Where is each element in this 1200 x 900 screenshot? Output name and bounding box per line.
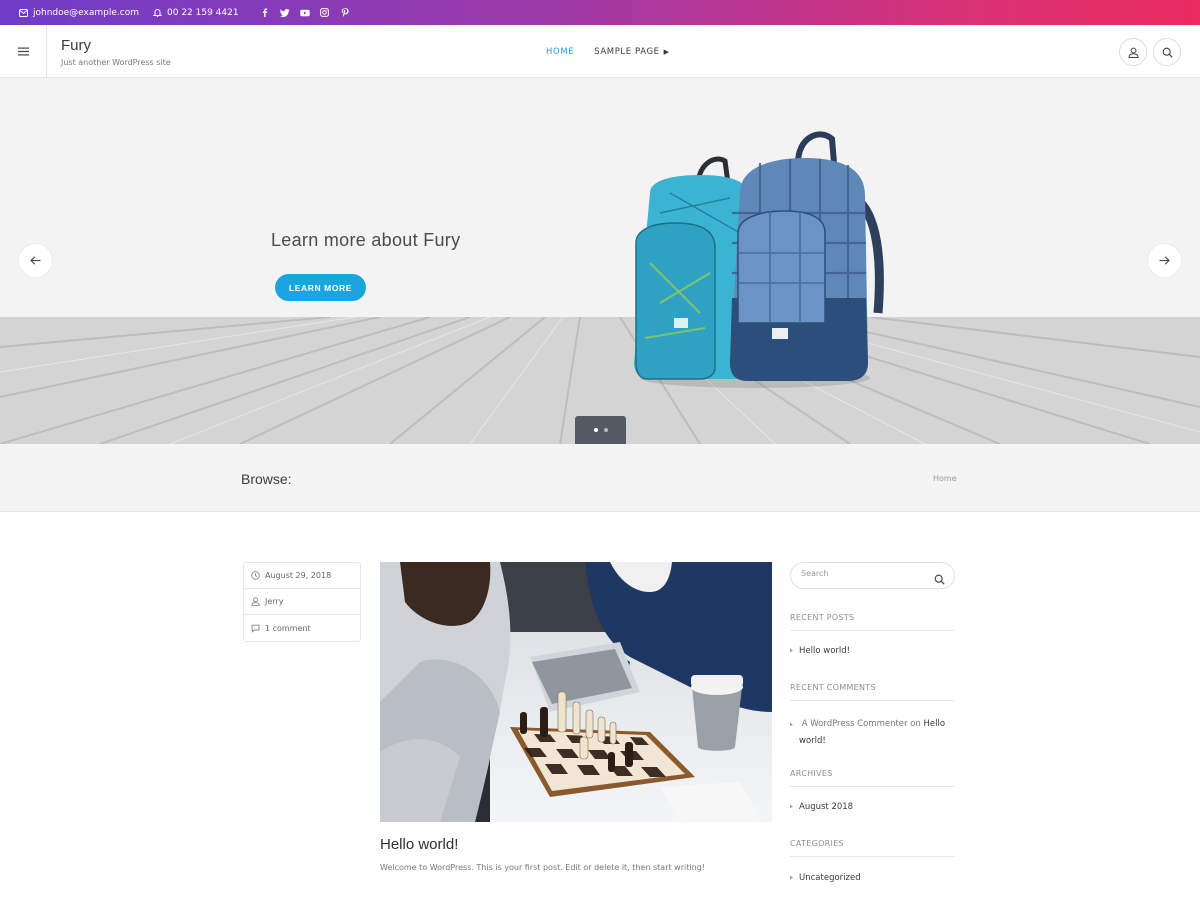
- post-comments-text: 1 comment: [265, 623, 311, 633]
- post-date[interactable]: August 29, 2018: [244, 563, 360, 589]
- phone-text: 00 22 159 4421: [167, 7, 239, 18]
- categories-title: CATEGORIES: [790, 839, 955, 857]
- search-icon: [1162, 47, 1173, 58]
- account-button[interactable]: [1119, 38, 1147, 66]
- recent-comments-title: RECENT COMMENTS: [790, 683, 955, 701]
- comment-author: A WordPress Commenter: [801, 719, 908, 729]
- archives-title: ARCHIVES: [790, 769, 955, 787]
- post-excerpt: Welcome to WordPress. This is your first…: [380, 863, 705, 872]
- post-author[interactable]: Jerry: [244, 589, 360, 615]
- comment-post-link-line-2: world!: [799, 736, 826, 746]
- comment-on-text: on: [910, 719, 921, 729]
- slider-prev-button[interactable]: [19, 244, 52, 277]
- post-author-text: Jerry: [265, 597, 284, 606]
- page-title-bar: Browse: Home: [0, 444, 1200, 512]
- nav-item-label: HOME: [546, 46, 575, 57]
- caret-right-icon: ▸: [790, 721, 794, 728]
- phone-contact[interactable]: 00 22 159 4421: [153, 8, 239, 18]
- site-description: Just another WordPress site: [61, 58, 171, 67]
- post-title-link[interactable]: Hello world!: [380, 836, 458, 853]
- social-links: [255, 8, 355, 17]
- nav-item-home[interactable]: HOME: [536, 25, 585, 79]
- search-input[interactable]: [801, 569, 921, 578]
- chess-meeting-image: [380, 562, 772, 822]
- nav-item-label: SAMPLE PAGE: [594, 46, 660, 57]
- arrow-right-icon: [1159, 256, 1170, 265]
- pinterest-icon[interactable]: [335, 8, 355, 17]
- instagram-icon[interactable]: [315, 8, 335, 17]
- arrow-left-icon: [30, 256, 41, 265]
- search-toggle-button[interactable]: [1153, 38, 1181, 66]
- archive-link[interactable]: August 2018: [799, 802, 853, 812]
- bell-icon: [153, 9, 162, 17]
- main-nav: HOME SAMPLE PAGE ▶: [536, 25, 680, 79]
- site-title[interactable]: Fury: [61, 37, 91, 54]
- twitter-icon[interactable]: [275, 8, 295, 17]
- post-featured-image[interactable]: [380, 562, 772, 822]
- slider-next-button[interactable]: [1148, 244, 1181, 277]
- hero-title: Learn more about Fury: [271, 230, 461, 250]
- search-submit-button[interactable]: [934, 570, 945, 589]
- post-comments[interactable]: 1 comment: [244, 615, 360, 641]
- category-link[interactable]: Uncategorized: [799, 873, 861, 883]
- envelope-icon: [19, 8, 28, 17]
- site-header: Fury Just another WordPress site HOME SA…: [0, 25, 1200, 79]
- comment-icon: [251, 624, 260, 633]
- breadcrumb-home[interactable]: Home: [933, 474, 957, 483]
- recent-comment-item: ▸ A WordPress Commenter on Hello world!: [790, 716, 955, 749]
- email-text: johndoe@example.com: [33, 7, 139, 18]
- top-bar: johndoe@example.com 00 22 159 4421: [0, 0, 1200, 25]
- sidebar-search: [790, 562, 955, 589]
- user-icon: [1127, 47, 1139, 58]
- caret-right-icon: ▸: [790, 803, 794, 810]
- comment-post-link-line-1: Hello: [923, 719, 946, 729]
- page-title: Browse:: [241, 471, 292, 487]
- slider-dot-1[interactable]: [593, 428, 598, 432]
- user-icon: [251, 597, 260, 606]
- caret-right-icon: ▸: [790, 647, 794, 654]
- recent-post-link[interactable]: Hello world!: [799, 646, 850, 656]
- facebook-icon[interactable]: [255, 8, 275, 17]
- archive-item: ▸ August 2018: [790, 802, 853, 812]
- slider-pagination: [575, 416, 626, 444]
- recent-posts-title: RECENT POSTS: [790, 613, 955, 631]
- hamburger-icon: [17, 47, 29, 56]
- youtube-icon[interactable]: [295, 9, 315, 17]
- recent-post-item: ▸ Hello world!: [790, 646, 850, 656]
- learn-more-button[interactable]: LEARN MORE: [275, 274, 366, 301]
- menu-toggle-button[interactable]: [0, 25, 47, 78]
- hero-slider: Learn more about Fury LEARN MORE: [0, 78, 1200, 444]
- slider-dot-2[interactable]: [603, 428, 608, 432]
- search-icon: [934, 574, 945, 585]
- email-contact[interactable]: johndoe@example.com: [19, 8, 139, 18]
- clock-icon: [251, 571, 260, 580]
- post-date-text: August 29, 2018: [265, 571, 332, 580]
- caret-right-icon: ▶: [663, 47, 670, 56]
- category-item: ▸ Uncategorized: [790, 873, 861, 883]
- nav-item-sample-page[interactable]: SAMPLE PAGE ▶: [584, 25, 679, 78]
- caret-right-icon: ▸: [790, 874, 794, 881]
- post-meta: August 29, 2018 Jerry 1 comment: [243, 562, 361, 642]
- backpacks-image: [634, 131, 884, 388]
